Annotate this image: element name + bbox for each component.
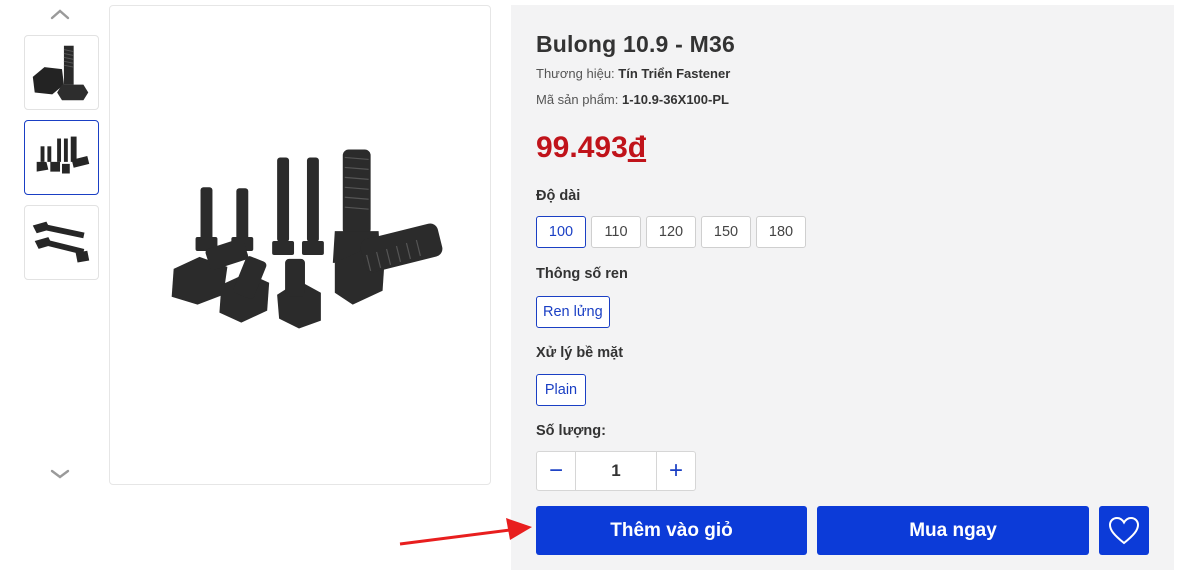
thumbnail-2[interactable] — [24, 120, 99, 195]
price-number: 99.493 — [536, 131, 628, 164]
brand-value[interactable]: Tín Triển Fastener — [618, 66, 730, 81]
chevron-up-icon[interactable] — [48, 2, 72, 26]
surface-label: Xử lý bề mặt — [536, 345, 624, 361]
quantity-input[interactable]: 1 — [576, 452, 656, 490]
thumbnail-3[interactable] — [24, 205, 99, 280]
product-page: Bulong 10.9 - M36 Thương hiệu: Tín Triển… — [0, 0, 1189, 570]
thumbnail-1[interactable] — [24, 35, 99, 110]
sku-value: 1-10.9-36X100-PL — [622, 92, 729, 107]
thread-options: Ren lửng — [536, 296, 610, 328]
length-options: 100 110 120 150 180 — [536, 216, 806, 248]
length-option-120[interactable]: 120 — [646, 216, 696, 248]
add-to-cart-button[interactable]: Thêm vào giỏ — [536, 506, 807, 555]
product-sku: Mã sản phẩm: 1-10.9-36X100-PL — [536, 92, 729, 107]
chevron-down-icon[interactable] — [48, 462, 72, 486]
quantity-label: Số lượng: — [536, 423, 606, 439]
surface-options: Plain — [536, 374, 586, 406]
product-price: 99.493đ — [536, 131, 646, 165]
product-title: Bulong 10.9 - M36 — [536, 31, 735, 57]
length-option-100[interactable]: 100 — [536, 216, 586, 248]
sku-label: Mã sản phẩm: — [536, 92, 619, 107]
thumbnail-list — [24, 0, 99, 490]
product-brand: Thương hiệu: Tín Triển Fastener — [536, 66, 730, 81]
brand-label: Thương hiệu: — [536, 66, 615, 81]
main-product-image[interactable] — [109, 5, 491, 485]
increase-quantity-button[interactable]: + — [656, 452, 695, 490]
thread-label: Thông số ren — [536, 266, 628, 282]
product-info-panel: Bulong 10.9 - M36 Thương hiệu: Tín Triển… — [511, 5, 1174, 570]
surface-option-plain[interactable]: Plain — [536, 374, 586, 406]
decrease-quantity-button[interactable]: − — [537, 452, 576, 490]
buy-now-button[interactable]: Mua ngay — [817, 506, 1089, 555]
thread-option-ren-lung[interactable]: Ren lửng — [536, 296, 610, 328]
length-label: Độ dài — [536, 188, 581, 204]
price-currency: đ — [627, 131, 647, 164]
annotation-arrow-icon — [399, 518, 532, 546]
length-option-180[interactable]: 180 — [756, 216, 806, 248]
length-option-150[interactable]: 150 — [701, 216, 751, 248]
wishlist-button[interactable] — [1099, 506, 1149, 555]
length-option-110[interactable]: 110 — [591, 216, 641, 248]
heart-icon — [1108, 516, 1140, 544]
quantity-stepper: − 1 + — [536, 451, 696, 491]
